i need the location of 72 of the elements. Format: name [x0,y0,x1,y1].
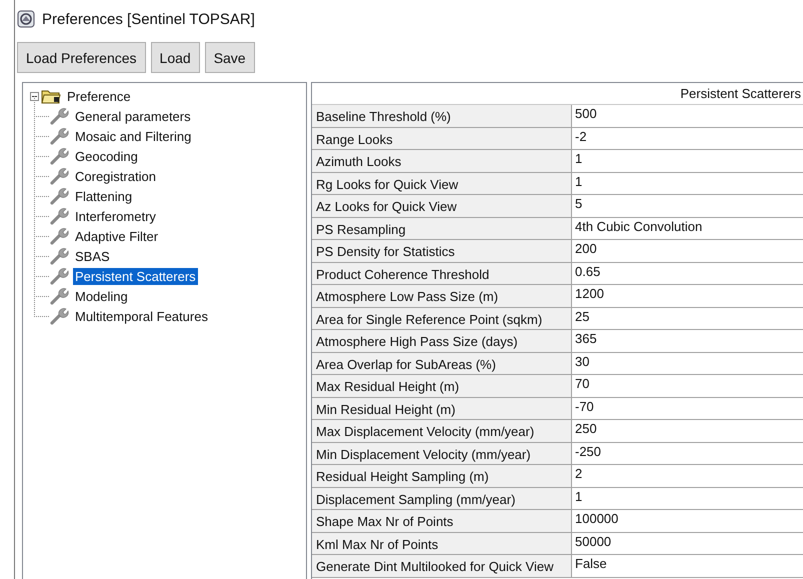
toolbar-button[interactable]: Load Preferences [17,42,146,73]
property-value[interactable]: 250 [572,420,803,442]
wrench-icon [49,307,69,325]
property-value[interactable]: -250 [572,442,803,465]
wrench-icon [49,127,69,145]
toolbar-button[interactable]: Load [150,42,200,73]
wrench-icon [49,227,69,245]
property-value[interactable]: 1 [572,150,803,172]
property-name: Range Looks [312,128,572,150]
property-name: Shape Max Nr of Points [312,510,572,532]
app-icon [17,10,35,28]
tree-item[interactable]: Adaptive Filter [73,228,160,244]
tree-item[interactable]: Geocoding [73,148,140,164]
property-name: Az Looks for Quick View [312,195,572,218]
wrench-icon [49,207,69,225]
property-name: PS Resampling [312,218,572,240]
property-name: Atmosphere High Pass Size (days) [312,330,572,352]
property-name: Azimuth Looks [312,150,572,172]
property-value[interactable]: 30 [572,352,803,375]
property-name: Baseline Threshold (%) [312,105,572,128]
property-value[interactable]: 1 [572,488,803,510]
property-value[interactable]: 2 [572,465,803,488]
property-name: PS Density for Statistics [312,240,572,262]
tree-item[interactable]: Persistent Scatterers [73,268,198,284]
property-name: Kml Max Nr of Points [312,532,572,555]
property-value[interactable]: 1 [572,172,803,195]
wrench-icon [49,287,69,305]
property-name: Min Residual Height (m) [312,398,572,420]
wrench-icon [49,267,69,285]
window-title: Preferences [Sentinel TOPSAR] [42,10,255,28]
property-value[interactable]: 0.65 [572,262,803,285]
wrench-icon [49,247,69,265]
property-name: Product Coherence Threshold [312,262,572,285]
property-value[interactable]: 100000 [572,510,803,532]
property-name: Residual Height Sampling (m) [312,465,572,488]
property-name: Min Displacement Velocity (mm/year) [312,442,572,465]
tree-item[interactable]: Multitemporal Features [73,308,210,324]
property-value[interactable]: 50000 [572,532,803,555]
property-value[interactable]: -2 [572,128,803,150]
property-value[interactable]: 500 [572,105,803,128]
property-name: Generate Dint Multilooked for Quick View [312,555,572,578]
tree-item[interactable]: Coregistration [73,168,158,184]
tree-item[interactable]: Interferometry [73,208,158,224]
property-name: Max Displacement Velocity (mm/year) [312,420,572,442]
property-name: Atmosphere Low Pass Size (m) [312,285,572,308]
tree-item[interactable]: Preference [65,88,133,104]
wrench-icon [49,187,69,205]
tree-item[interactable]: General parameters [73,108,193,124]
tree-item[interactable]: Mosaic and Filtering [73,128,194,144]
property-value[interactable]: 365 [572,330,803,352]
tree-item[interactable]: Flattening [73,188,134,204]
wrench-icon [49,167,69,185]
tree-item[interactable]: SBAS [73,248,112,264]
property-value[interactable]: 70 [572,375,803,398]
wrench-icon [49,107,69,125]
property-value[interactable]: 1200 [572,285,803,308]
folder-icon [41,88,61,104]
property-name: Rg Looks for Quick View [312,172,572,195]
property-name: Area Overlap for SubAreas (%) [312,352,572,375]
property-name: Area for Single Reference Point (sqkm) [312,308,572,330]
property-value[interactable]: 4th Cubic Convolution [572,218,803,240]
property-value[interactable]: 200 [572,240,803,262]
property-name: Displacement Sampling (mm/year) [312,488,572,510]
collapse-icon[interactable] [30,92,39,100]
property-value[interactable]: 5 [572,195,803,218]
property-value[interactable]: False [572,555,803,578]
property-value[interactable]: -70 [572,398,803,420]
property-value[interactable]: 25 [572,308,803,330]
property-name: Max Residual Height (m) [312,375,572,398]
toolbar-button[interactable]: Save [204,42,255,73]
tree-item[interactable]: Modeling [73,288,130,304]
wrench-icon [49,147,69,165]
